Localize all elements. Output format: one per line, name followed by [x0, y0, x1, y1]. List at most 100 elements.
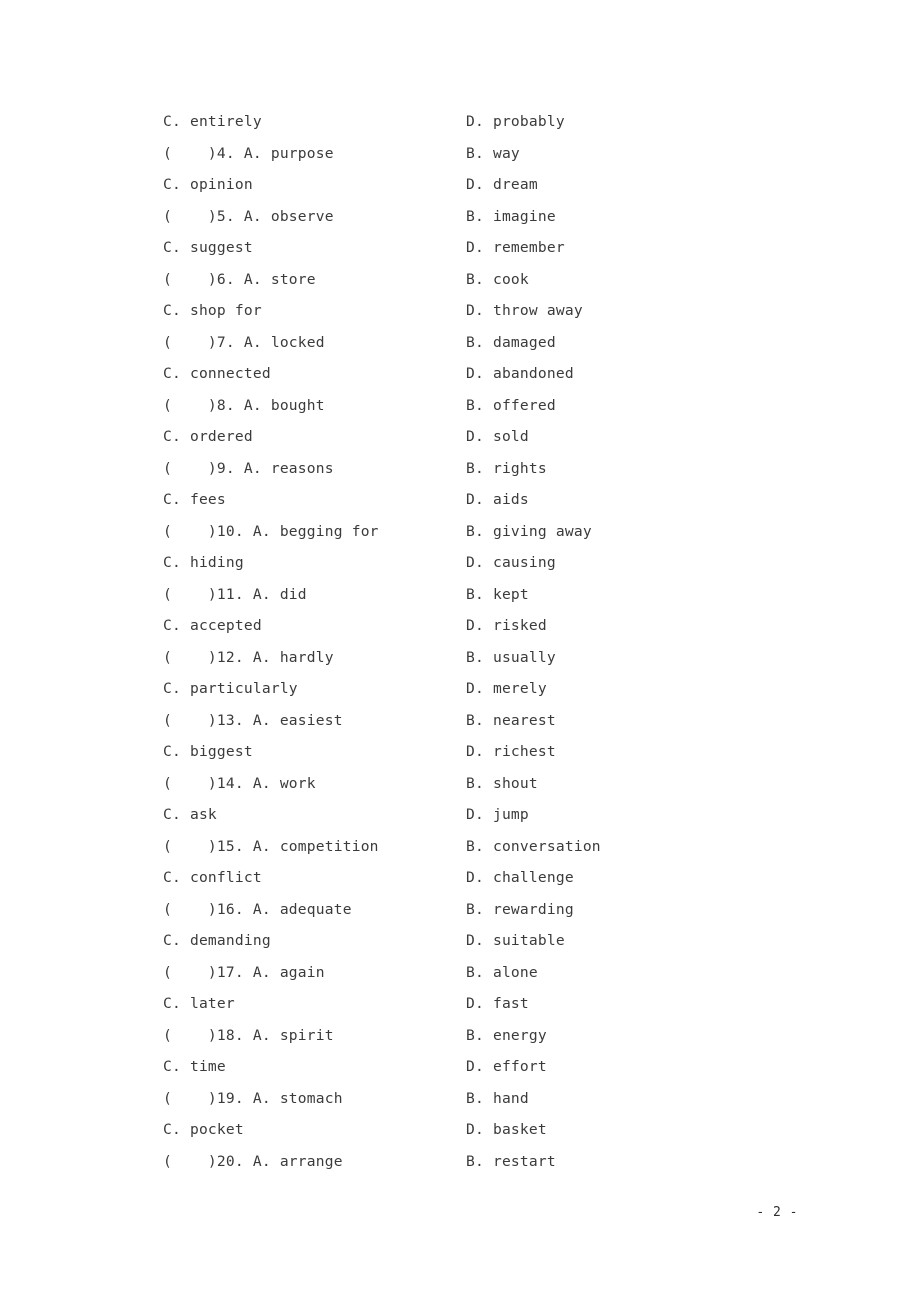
- question-option-a: ( )5. A. observe: [163, 207, 334, 225]
- question-row: ( )7. A. locked B. damaged: [163, 327, 783, 359]
- option-b: B. restart: [466, 1152, 556, 1170]
- option-b: B. imagine: [466, 207, 556, 225]
- option-continuation-row: C. conflict D. challenge: [163, 862, 783, 894]
- option-continuation-row: C. opinion D. dream: [163, 169, 783, 201]
- option-d: D. jump: [466, 806, 529, 823]
- question-option-a: ( )9. A. reasons: [163, 459, 334, 477]
- question-row: ( )17. A. again B. alone: [163, 957, 783, 989]
- option-c: C. particularly: [163, 680, 298, 697]
- option-continuation-row: C. connected D. abandoned: [163, 358, 783, 390]
- option-b: B. rewarding: [466, 900, 574, 918]
- option-c: C. demanding: [163, 932, 271, 949]
- option-d: D. aids: [466, 491, 529, 508]
- page-number-footer: - 2 -: [756, 1205, 798, 1220]
- document-page: C. entirely D. probably ( )4. A. purpose B.…: [0, 0, 920, 1302]
- option-continuation-row: C. entirely D. probably: [163, 106, 783, 138]
- option-b: B. usually: [466, 648, 556, 666]
- question-option-a: ( )12. A. hardly: [163, 648, 334, 666]
- option-d: D. richest: [466, 743, 556, 760]
- option-b: B. nearest: [466, 711, 556, 729]
- option-d: D. merely: [466, 680, 547, 697]
- question-option-a: ( )11. A. did: [163, 585, 307, 603]
- option-c: C. pocket: [163, 1121, 244, 1138]
- option-continuation-row: C. suggest D. remember: [163, 232, 783, 264]
- question-option-a: ( )18. A. spirit: [163, 1026, 334, 1044]
- question-option-a: ( )7. A. locked: [163, 333, 325, 351]
- question-row: ( )14. A. work B. shout: [163, 768, 783, 800]
- option-c: C. ordered: [163, 428, 253, 445]
- option-b: B. giving away: [466, 522, 592, 540]
- option-b: B. shout: [466, 774, 538, 792]
- option-continuation-row: C. hiding D. causing: [163, 547, 783, 579]
- option-b: B. damaged: [466, 333, 556, 351]
- option-d: D. sold: [466, 428, 529, 445]
- option-continuation-row: C. pocket D. basket: [163, 1114, 783, 1146]
- option-d: D. challenge: [466, 869, 574, 886]
- option-continuation-row: C. time D. effort: [163, 1051, 783, 1083]
- question-row: ( )6. A. store B. cook: [163, 264, 783, 296]
- question-row: ( )10. A. begging for B. giving away: [163, 516, 783, 548]
- option-b: B. hand: [466, 1089, 529, 1107]
- option-d: D. remember: [466, 239, 565, 256]
- option-c: C. later: [163, 995, 235, 1012]
- question-option-a: ( )15. A. competition: [163, 837, 379, 855]
- option-b: B. alone: [466, 963, 538, 981]
- question-option-a: ( )6. A. store: [163, 270, 316, 288]
- question-row: ( )11. A. did B. kept: [163, 579, 783, 611]
- question-option-a: ( )19. A. stomach: [163, 1089, 343, 1107]
- option-d: D. throw away: [466, 302, 583, 319]
- option-b: B. cook: [466, 270, 529, 288]
- option-c: C. entirely: [163, 113, 262, 130]
- option-continuation-row: C. ask D. jump: [163, 799, 783, 831]
- question-option-a: ( )17. A. again: [163, 963, 325, 981]
- question-row: ( )19. A. stomach B. hand: [163, 1083, 783, 1115]
- question-row: ( )15. A. competition B. conversation: [163, 831, 783, 863]
- option-c: C. suggest: [163, 239, 253, 256]
- option-c: C. opinion: [163, 176, 253, 193]
- option-b: B. conversation: [466, 837, 601, 855]
- question-row: ( )16. A. adequate B. rewarding: [163, 894, 783, 926]
- option-continuation-row: C. demanding D. suitable: [163, 925, 783, 957]
- question-row: ( )20. A. arrange B. restart: [163, 1146, 783, 1178]
- question-option-a: ( )13. A. easiest: [163, 711, 343, 729]
- option-d: D. effort: [466, 1058, 547, 1075]
- option-b: B. rights: [466, 459, 547, 477]
- option-d: D. fast: [466, 995, 529, 1012]
- option-c: C. fees: [163, 491, 226, 508]
- question-option-a: ( )14. A. work: [163, 774, 316, 792]
- question-row: ( )5. A. observe B. imagine: [163, 201, 783, 233]
- option-continuation-row: C. biggest D. richest: [163, 736, 783, 768]
- question-option-a: ( )10. A. begging for: [163, 522, 379, 540]
- option-continuation-row: C. shop for D. throw away: [163, 295, 783, 327]
- option-b: B. way: [466, 144, 520, 162]
- option-d: D. causing: [466, 554, 556, 571]
- question-row: ( )4. A. purpose B. way: [163, 138, 783, 170]
- option-c: C. shop for: [163, 302, 262, 319]
- question-row: ( )18. A. spirit B. energy: [163, 1020, 783, 1052]
- option-d: D. dream: [466, 176, 538, 193]
- option-continuation-row: C. accepted D. risked: [163, 610, 783, 642]
- option-b: B. offered: [466, 396, 556, 414]
- option-d: D. risked: [466, 617, 547, 634]
- exam-lines-container: C. entirely D. probably ( )4. A. purpose B.…: [163, 106, 783, 1177]
- option-d: D. suitable: [466, 932, 565, 949]
- option-d: D. abandoned: [466, 365, 574, 382]
- question-option-a: ( )4. A. purpose: [163, 144, 334, 162]
- question-row: ( )13. A. easiest B. nearest: [163, 705, 783, 737]
- question-option-a: ( )8. A. bought: [163, 396, 325, 414]
- option-c: C. connected: [163, 365, 271, 382]
- option-b: B. kept: [466, 585, 529, 603]
- option-continuation-row: C. later D. fast: [163, 988, 783, 1020]
- option-c: C. time: [163, 1058, 226, 1075]
- option-continuation-row: C. particularly D. merely: [163, 673, 783, 705]
- option-d: D. basket: [466, 1121, 547, 1138]
- option-c: C. accepted: [163, 617, 262, 634]
- option-c: C. ask: [163, 806, 217, 823]
- option-c: C. conflict: [163, 869, 262, 886]
- question-option-a: ( )16. A. adequate: [163, 900, 352, 918]
- question-row: ( )9. A. reasons B. rights: [163, 453, 783, 485]
- question-row: ( )8. A. bought B. offered: [163, 390, 783, 422]
- option-c: C. biggest: [163, 743, 253, 760]
- option-continuation-row: C. fees D. aids: [163, 484, 783, 516]
- option-d: D. probably: [466, 113, 565, 130]
